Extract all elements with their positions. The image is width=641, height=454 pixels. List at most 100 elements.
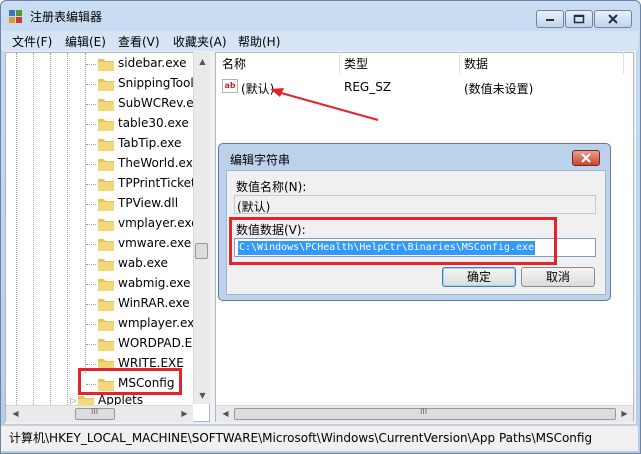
tree-connector (86, 64, 96, 65)
tree-guide-line (50, 53, 51, 421)
tree-connector (86, 304, 96, 305)
folder-icon (98, 99, 114, 111)
dialog-close-button[interactable] (572, 150, 600, 166)
scroll-right-icon[interactable]: ▶ (177, 406, 192, 421)
tree-item[interactable]: table30.exe (86, 114, 196, 134)
tree-guide-line (67, 53, 68, 405)
column-header-data[interactable]: 数据 (464, 52, 624, 74)
scroll-down-icon[interactable]: ▼ (195, 388, 210, 403)
menu-file[interactable]: 文件(F) (12, 33, 52, 50)
close-button[interactable] (594, 10, 632, 28)
folder-icon (98, 339, 114, 351)
menu-help[interactable]: 帮助(H) (238, 33, 280, 50)
scroll-right-icon[interactable]: ▶ (617, 406, 632, 421)
minimize-icon (546, 19, 554, 21)
tree-item-label: TabTip.exe (118, 136, 182, 150)
tree-item[interactable]: TPPrintTicket. (86, 174, 200, 194)
folder-icon (98, 239, 114, 251)
folder-icon (98, 139, 114, 151)
tree-connector (86, 284, 96, 285)
annotation-arrow-icon (270, 88, 379, 121)
value-data-cell[interactable]: (数值未设置) (464, 80, 533, 97)
value-name-label: 数值名称(N): (236, 180, 307, 194)
tree-item-label: WinRAR.exe (118, 296, 190, 310)
tree-item-label: wab.exe (118, 256, 168, 270)
tree-connector (86, 144, 96, 145)
value-data-highlight (229, 217, 557, 265)
msconfig-highlight (78, 368, 182, 395)
minimize-button[interactable] (536, 10, 564, 28)
tree-item[interactable]: SnippingTool (86, 74, 196, 94)
column-header-type[interactable]: 类型 (344, 52, 460, 74)
dialog-title: 编辑字符串 (230, 153, 291, 167)
maximize-icon (573, 14, 585, 24)
tree-item-label: table30.exe (118, 116, 189, 130)
tree-item-label: TheWorld.exe (118, 156, 200, 170)
tree-item[interactable]: vmplayer.exe (86, 214, 199, 234)
tree-item[interactable]: TabTip.exe (86, 134, 196, 154)
scroll-left-icon[interactable]: ◀ (218, 406, 233, 421)
ab-string-icon: ab (222, 79, 238, 93)
tree-connector (86, 104, 96, 105)
tree-item-label: sidebar.exe (118, 56, 187, 70)
tree-connector (86, 164, 96, 165)
tree-connector (86, 264, 96, 265)
grip-label: III (91, 407, 99, 416)
menu-bar: 文件(F) 编辑(E) 查看(V) 收藏夹(A) 帮助(H) (1, 31, 638, 51)
tree-item-label: vmware.exe (118, 236, 192, 250)
tree-connector (86, 84, 96, 85)
tree-item[interactable]: sidebar.exe (86, 54, 196, 74)
folder-icon (98, 299, 114, 311)
status-path: 计算机\HKEY_LOCAL_MACHINE\SOFTWARE\Microsof… (9, 431, 593, 445)
tree-connector (86, 224, 96, 225)
tree-connector (86, 344, 96, 345)
folder-icon (98, 179, 114, 191)
tree-item[interactable]: vmware.exe (86, 234, 196, 254)
tree-item-label: SubWCRev.ex (118, 96, 201, 110)
tree-connector (86, 324, 96, 325)
ok-button[interactable]: 确定 (442, 267, 516, 287)
tree-item[interactable]: wmplayer.exe (86, 314, 201, 334)
scroll-left-icon[interactable]: ◀ (8, 406, 23, 421)
folder-icon (98, 219, 114, 231)
menu-edit[interactable]: 编辑(E) (65, 33, 106, 50)
grip-label: III (420, 407, 428, 416)
list-horizontal-thumb[interactable]: III (234, 407, 616, 420)
tree-item-label: vmplayer.exe (118, 216, 199, 230)
column-header-name[interactable]: 名称 (222, 52, 340, 74)
title-bar[interactable]: 注册表编辑器 (0, 0, 639, 30)
tree-horizontal-thumb[interactable]: III (75, 407, 115, 420)
menu-view[interactable]: 查看(V) (118, 33, 160, 50)
tree-connector (86, 244, 96, 245)
window-title: 注册表编辑器 (30, 10, 103, 24)
tree-item-label: TPPrintTicket. (118, 176, 200, 190)
tree-item-label: TPView.dll (118, 196, 179, 210)
tree-item[interactable]: SubWCRev.ex (86, 94, 201, 114)
tree-vertical-thumb[interactable] (195, 243, 208, 259)
folder-icon (98, 119, 114, 131)
tree-item[interactable]: wabmig.exe (86, 274, 196, 294)
tree-item-label: WORDPAD.EX (118, 336, 201, 350)
close-icon (581, 153, 591, 163)
scroll-up-icon[interactable]: ▲ (195, 54, 210, 69)
tree-item[interactable]: TheWorld.exe (86, 154, 200, 174)
tree-item[interactable]: WinRAR.exe (86, 294, 196, 314)
tree-item[interactable]: TPView.dll (86, 194, 196, 214)
cancel-button[interactable]: 取消 (521, 267, 595, 287)
folder-icon (98, 79, 114, 91)
tree-connector (86, 364, 96, 365)
folder-icon (98, 199, 114, 211)
tree-item[interactable]: wab.exe (86, 254, 196, 274)
tree-vertical-scrollbar[interactable] (193, 52, 210, 404)
registry-tree[interactable]: sidebar.exe SnippingTool SubWCRev.ex table3… (5, 52, 210, 422)
menu-favorites[interactable]: 收藏夹(A) (173, 33, 227, 50)
maximize-button[interactable] (565, 10, 593, 28)
value-name-field: (默认) (234, 195, 596, 214)
tree-item-label: wabmig.exe (118, 276, 191, 290)
tree-connector (86, 124, 96, 125)
folder-icon (98, 159, 114, 171)
tree-item[interactable]: WORDPAD.EX (86, 334, 200, 354)
tree-item-label: wmplayer.exe (118, 316, 202, 330)
close-icon (608, 14, 618, 24)
folder-icon (98, 319, 114, 331)
